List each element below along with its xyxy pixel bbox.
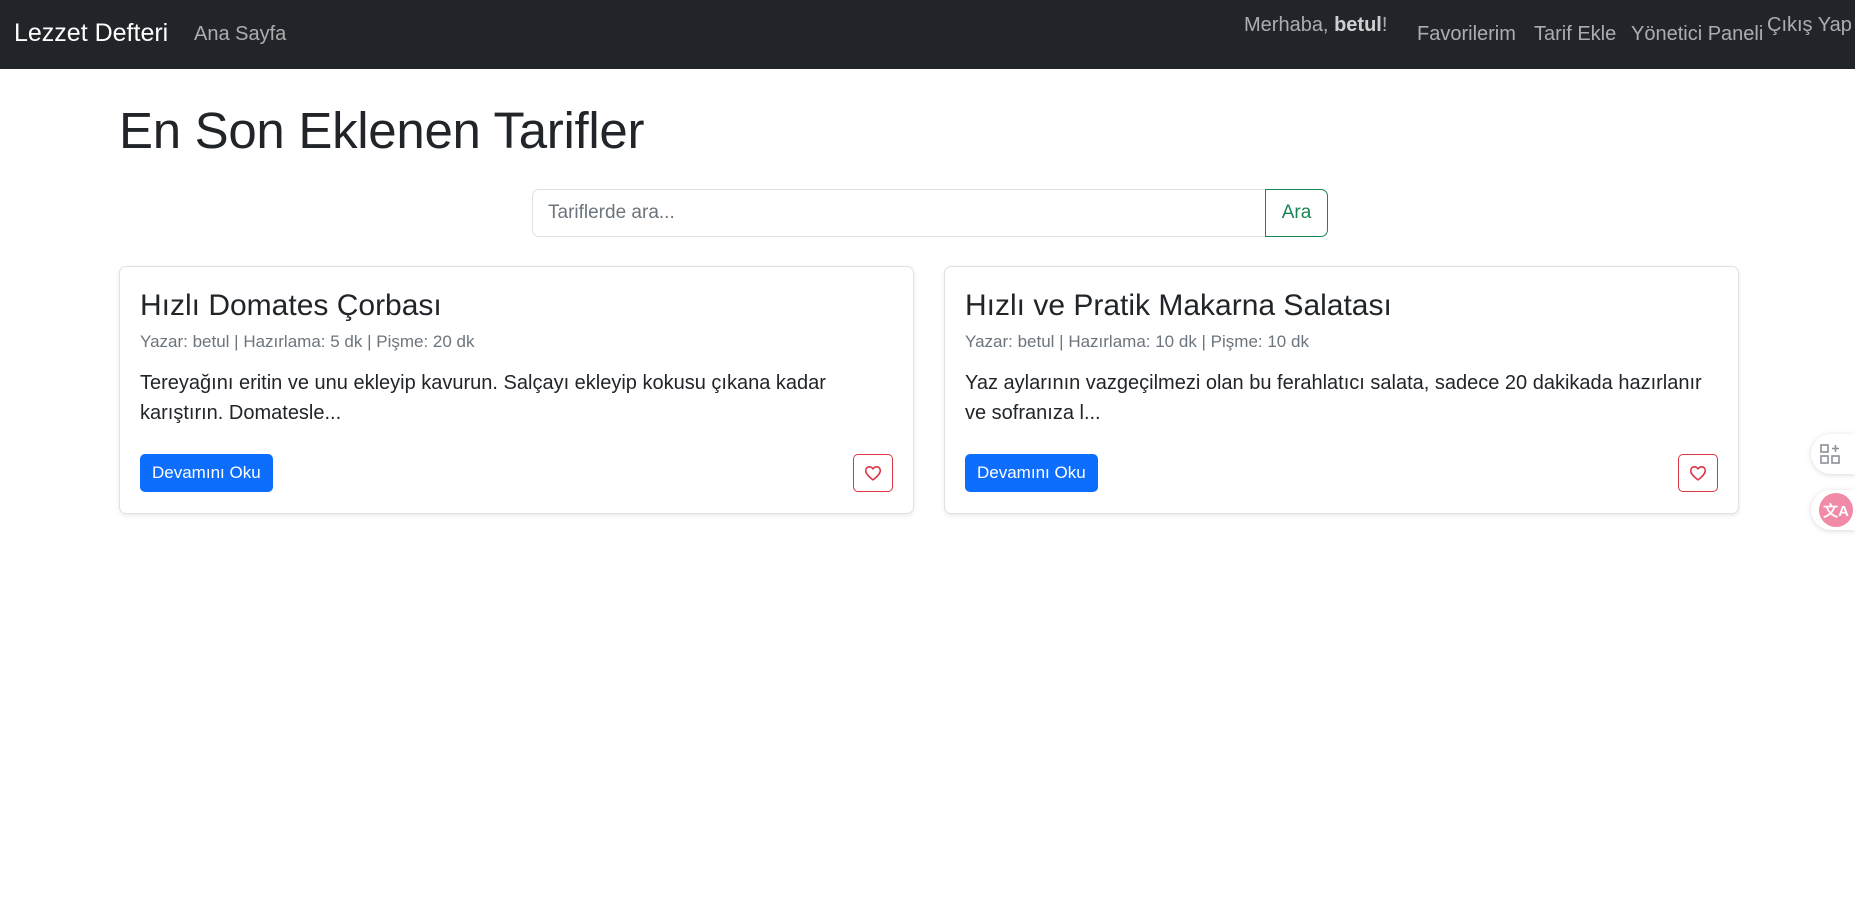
favorite-button[interactable] <box>853 454 893 492</box>
recipe-excerpt: Tereyağını eritin ve unu ekleyip kavurun… <box>140 372 826 424</box>
favorite-button[interactable] <box>1678 454 1718 492</box>
user-greeting: Merhaba, betul! <box>1244 14 1387 37</box>
translate-glyph: 文A <box>1823 502 1849 520</box>
greeting-suffix: ! <box>1381 14 1388 36</box>
search-input[interactable] <box>532 189 1265 237</box>
recipe-excerpt: Yaz aylarının vazgeçilmezi olan bu ferah… <box>965 372 1702 424</box>
recipe-title: Hızlı ve Pratik Makarna Salatası <box>965 289 1392 322</box>
apps-add-icon <box>1820 444 1840 464</box>
recipe-title: Hızlı Domates Çorbası <box>140 289 442 322</box>
nav-link-admin-panel[interactable]: Yönetici Paneli <box>1631 23 1763 46</box>
nav-link-favorites[interactable]: Favorilerim <box>1417 23 1516 46</box>
recipe-meta: Yazar: betul | Hazırlama: 10 dk | Pişme:… <box>965 332 1309 351</box>
recipe-card: Hızlı ve Pratik Makarna Salatası Yazar: … <box>944 266 1739 514</box>
apps-widget[interactable] <box>1811 434 1855 474</box>
search-button[interactable]: Ara <box>1265 189 1328 237</box>
top-navbar: Lezzet Defteri Ana Sayfa Merhaba, betul!… <box>0 0 1855 69</box>
heart-icon <box>864 466 882 481</box>
greeting-prefix: Merhaba, <box>1244 14 1335 36</box>
nav-link-home[interactable]: Ana Sayfa <box>194 23 286 46</box>
greeting-username: betul <box>1334 14 1382 36</box>
read-more-button[interactable]: Devamını Oku <box>140 454 273 492</box>
translate-widget[interactable]: 文A <box>1811 490 1855 530</box>
recipe-card: Hızlı Domates Çorbası Yazar: betul | Haz… <box>119 266 914 514</box>
recipe-meta: Yazar: betul | Hazırlama: 5 dk | Pişme: … <box>140 332 475 351</box>
read-more-button[interactable]: Devamını Oku <box>965 454 1098 492</box>
logout-link[interactable]: Çıkış Yap <box>1767 14 1852 37</box>
search-form: Ara <box>532 189 1328 237</box>
brand-logo-link[interactable]: Lezzet Defteri <box>14 19 168 48</box>
page-title: En Son Eklenen Tarifler <box>119 102 645 159</box>
translate-icon: 文A <box>1819 493 1853 527</box>
heart-icon <box>1689 466 1707 481</box>
nav-link-add-recipe[interactable]: Tarif Ekle <box>1534 23 1616 46</box>
